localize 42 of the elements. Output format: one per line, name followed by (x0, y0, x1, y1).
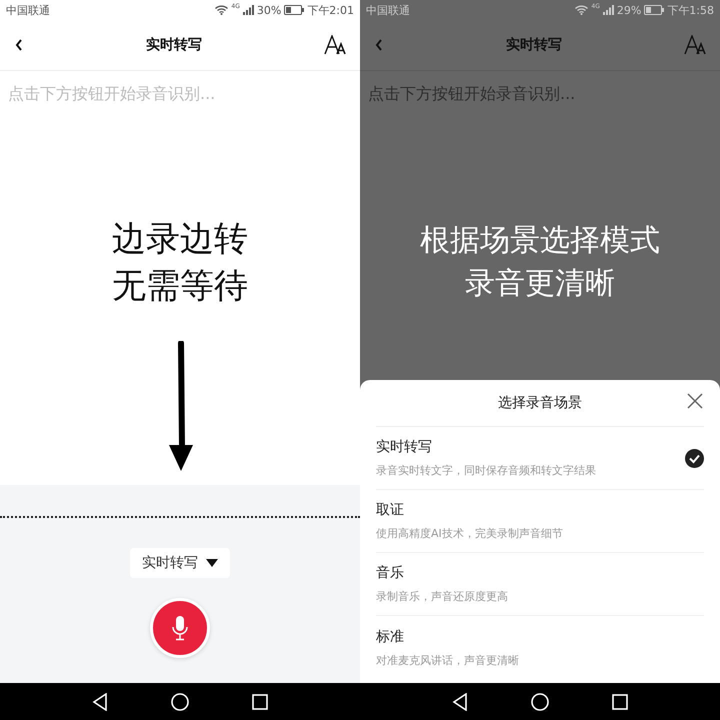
signal-icon (602, 5, 614, 15)
page-title: 实时转写 (145, 36, 203, 54)
battery-icon (284, 5, 304, 15)
caption-text: 录音更清晰 (465, 265, 615, 303)
battery-icon (644, 5, 664, 15)
option-name[interactable]: 取证 (376, 501, 704, 519)
clock-time: 下午2:01 (307, 2, 354, 18)
home-icon[interactable] (530, 692, 549, 710)
caret-icon (206, 559, 218, 567)
back-icon[interactable] (14, 38, 24, 52)
clock-time: 下午1:58 (667, 2, 714, 18)
page-title: 实时转写 (505, 36, 563, 54)
home-icon[interactable] (170, 692, 189, 710)
battery-percent: 29% (616, 4, 642, 16)
back-icon[interactable] (92, 692, 108, 710)
battery-percent: 30% (256, 4, 282, 16)
option-name[interactable]: 实时转写 (376, 438, 685, 456)
signal-icon (242, 5, 254, 15)
option-description: 录音实时转文字，同时保存音频和转文字结果 (376, 463, 597, 478)
caption-text: 根据场景选择模式 (420, 222, 660, 260)
carrier-name: 中国联通 (6, 2, 51, 18)
caption-text: 无需等待 (112, 265, 248, 308)
option-name[interactable]: 音乐 (376, 564, 704, 582)
back-icon[interactable] (452, 692, 468, 710)
sheet-title: 选择录音场景 (498, 394, 582, 412)
scene-option[interactable]: 音乐 录制音乐，声音还原度更高 (376, 553, 704, 616)
wifi-icon (575, 5, 588, 15)
scene-option[interactable]: 取证 使用高精度AI技术，完美录制声音细节 (376, 490, 704, 553)
mode-dropdown[interactable]: 实时转写 (130, 548, 230, 578)
caption-text: 边录边转 (112, 218, 248, 261)
recents-icon[interactable] (612, 694, 628, 710)
record-button[interactable] (150, 598, 210, 658)
microphone-icon (171, 615, 189, 641)
option-name[interactable]: 标准 (376, 628, 704, 646)
wifi-icon (215, 5, 228, 15)
scene-option[interactable]: 标准 对准麦克风讲话，声音更清晰 (376, 616, 704, 679)
carrier-name: 中国联通 (366, 2, 411, 18)
option-description: 录制音乐，声音还原度更高 (376, 589, 509, 604)
recents-icon[interactable] (252, 694, 268, 710)
option-description: 对准麦克风讲话，声音更清晰 (376, 652, 520, 668)
option-description: 使用高精度AI技术，完美录制声音细节 (376, 526, 564, 541)
font-size-icon[interactable] (324, 35, 346, 55)
